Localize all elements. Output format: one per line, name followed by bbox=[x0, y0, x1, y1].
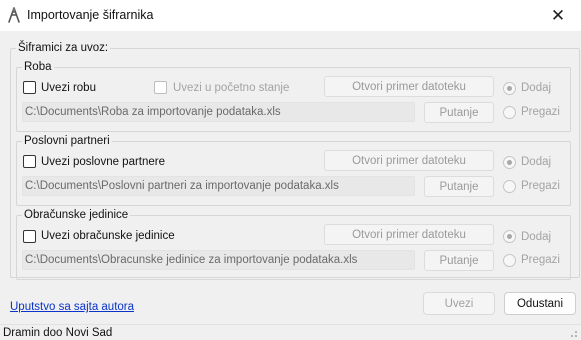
status-text: Dramin doo Novi Sad bbox=[3, 327, 113, 339]
partners-legend: Poslovni partneri bbox=[22, 135, 112, 148]
close-button[interactable]: ✕ bbox=[535, 0, 581, 31]
import-partners-checkbox[interactable] bbox=[23, 155, 36, 168]
goods-add-label[interactable]: Dodaj bbox=[521, 81, 551, 95]
import-button[interactable]: Uvezi bbox=[423, 292, 495, 315]
units-add-label[interactable]: Dodaj bbox=[521, 230, 551, 244]
units-overwrite-radio[interactable] bbox=[503, 254, 516, 267]
goods-path-button[interactable]: Putanje bbox=[424, 102, 494, 123]
goods-overwrite-label[interactable]: Pregazi bbox=[521, 105, 560, 119]
partners-add-radio[interactable] bbox=[503, 156, 516, 169]
goods-path-field[interactable]: C:\Documents\Roba za importovanje podata… bbox=[22, 102, 415, 122]
goods-add-radio[interactable] bbox=[503, 82, 516, 95]
units-overwrite-label[interactable]: Pregazi bbox=[521, 253, 560, 267]
import-goods-label[interactable]: Uvezi robu bbox=[41, 81, 96, 95]
window-title: Importovanje šifrarnika bbox=[27, 8, 154, 22]
app-icon bbox=[8, 7, 20, 23]
partners-overwrite-label[interactable]: Pregazi bbox=[521, 179, 560, 193]
import-goods-checkbox[interactable] bbox=[23, 81, 36, 94]
import-codes-legend: Šiframici za uvoz: bbox=[16, 42, 111, 55]
close-icon: ✕ bbox=[550, 5, 566, 26]
cancel-button[interactable]: Odustani bbox=[504, 292, 576, 315]
units-open-sample-button[interactable]: Otvori primer datoteku bbox=[324, 224, 494, 245]
import-opening-balance-checkbox[interactable] bbox=[154, 81, 167, 94]
partners-overwrite-radio[interactable] bbox=[503, 180, 516, 193]
units-legend: Obračunske jedinice bbox=[22, 209, 131, 222]
partners-open-sample-button[interactable]: Otvori primer datoteku bbox=[324, 150, 494, 171]
goods-open-sample-button[interactable]: Otvori primer datoteku bbox=[324, 76, 494, 97]
import-partners-label[interactable]: Uvezi poslovne partnere bbox=[41, 155, 165, 169]
partners-add-label[interactable]: Dodaj bbox=[521, 155, 551, 169]
partners-path-button[interactable]: Putanje bbox=[424, 176, 494, 197]
import-opening-balance-label[interactable]: Uvezi u početno stanje bbox=[173, 81, 289, 95]
import-units-label[interactable]: Uvezi obračunske jedinice bbox=[41, 229, 175, 243]
partners-path-field[interactable]: C:\Documents\Poslovni partneri za import… bbox=[22, 176, 415, 196]
status-bar: Dramin doo Novi Sad bbox=[0, 324, 581, 340]
title-bar: Importovanje šifrarnika ✕ bbox=[0, 0, 581, 31]
author-instructions-link[interactable]: Uputstvo sa sajta autora bbox=[10, 301, 134, 313]
units-path-field[interactable]: C:\Documents\Obracunske jedinice za impo… bbox=[22, 250, 415, 270]
goods-legend: Roba bbox=[22, 61, 54, 74]
goods-overwrite-radio[interactable] bbox=[503, 106, 516, 119]
resize-grip-icon[interactable] bbox=[570, 330, 578, 338]
units-path-button[interactable]: Putanje bbox=[424, 250, 494, 271]
units-add-radio[interactable] bbox=[503, 230, 516, 243]
import-units-checkbox[interactable] bbox=[23, 230, 36, 243]
